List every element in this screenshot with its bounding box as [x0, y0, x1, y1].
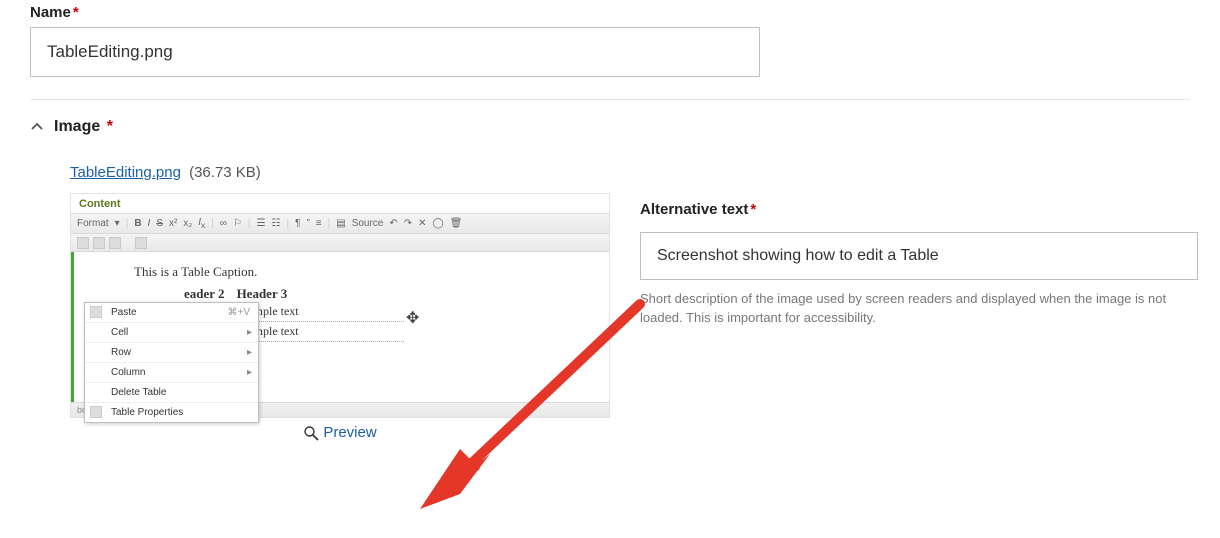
ctx-delete-table: Delete Table [85, 383, 258, 403]
ctx-cell: Cell ▸ [85, 323, 258, 343]
preview-button[interactable]: Preview [303, 424, 376, 441]
preview-table-caption: This is a Table Caption. [134, 264, 599, 280]
preview-panel-title: Content [71, 194, 609, 214]
image-section-title: Image [54, 118, 100, 135]
preview-header-3: Header 3 [237, 286, 288, 302]
move-cursor-icon: ✥ [406, 308, 419, 328]
ctx-paste: Paste ⌘+V [85, 303, 258, 323]
chevron-up-icon [30, 120, 44, 134]
ctx-row: Row ▸ [85, 343, 258, 363]
uploaded-file-size: (36.73 KB) [189, 164, 261, 181]
preview-context-menu: Paste ⌘+V Cell ▸ Row ▸ [84, 302, 259, 423]
uploaded-file-link[interactable]: TableEditing.png [70, 164, 181, 181]
alt-text-input[interactable] [640, 232, 1198, 280]
ctx-column: Column ▸ [85, 363, 258, 383]
paste-icon [90, 306, 102, 318]
preview-header-2: eader 2 [184, 286, 225, 302]
name-label: Name* [30, 4, 1190, 21]
image-section-header[interactable]: Image * [30, 118, 1190, 136]
name-input[interactable] [30, 27, 760, 77]
alt-text-label: Alternative text* [640, 201, 1198, 218]
table-properties-icon [90, 406, 102, 418]
preview-toolbar-2 [71, 234, 609, 252]
magnifier-icon [303, 425, 319, 441]
preview-toolbar: Format ▾ | B I S x² x₂ Ix | ∞⚐ | [71, 214, 609, 234]
ctx-table-properties: Table Properties [85, 403, 258, 422]
image-preview: Content Format ▾ | B I S x² x₂ Ix | [70, 193, 610, 418]
alt-text-helper: Short description of the image used by s… [640, 290, 1198, 328]
